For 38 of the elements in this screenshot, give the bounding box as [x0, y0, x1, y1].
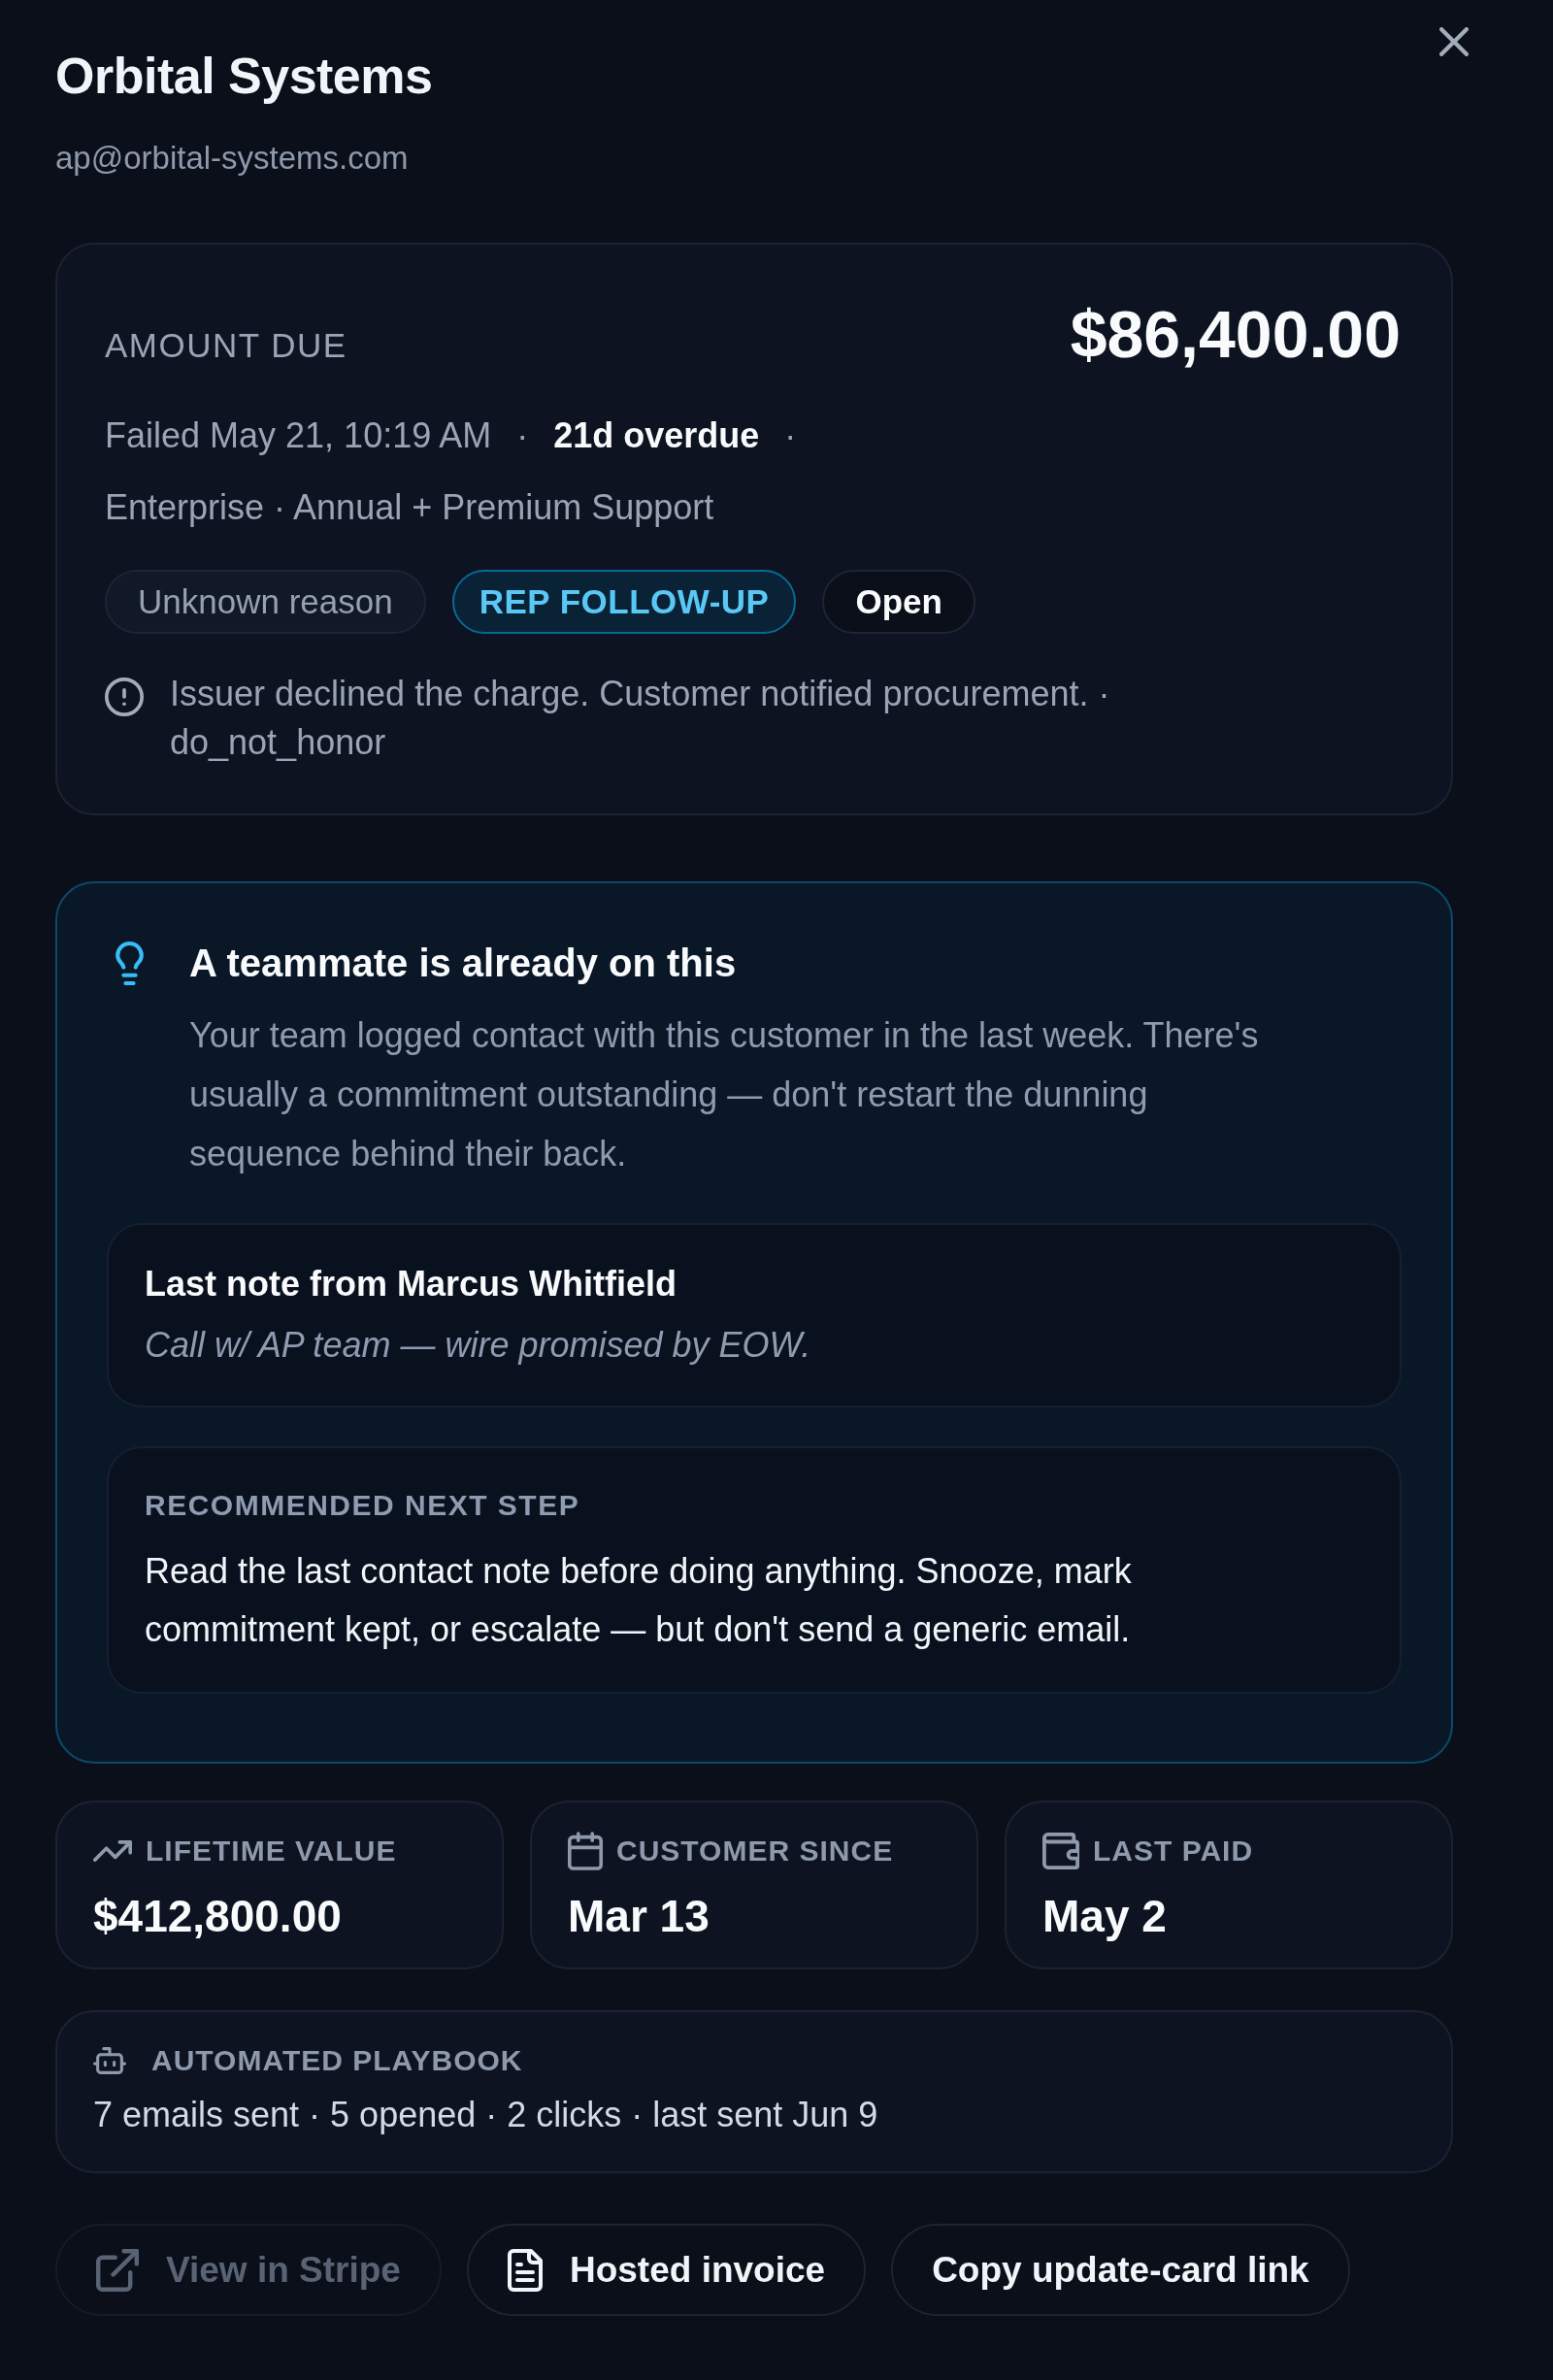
last-note-text: Call w/ AP team — wire promised by EOW.	[145, 1324, 812, 1367]
wallet-icon	[1042, 1833, 1079, 1869]
follow-up-badge: REP FOLLOW-UP	[451, 570, 797, 634]
stat-value: May 2	[1042, 1891, 1168, 1941]
last-note-heading: Last note from Marcus Whitfield	[145, 1263, 678, 1306]
robot-icon	[93, 2047, 126, 2074]
stat-label: LIFETIME VALUE	[146, 1834, 397, 1868]
stat-value: $412,800.00	[93, 1891, 343, 1941]
calendar-icon	[568, 1832, 603, 1870]
notice-title: A teammate is already on this	[189, 941, 738, 986]
separator-dot: ·	[516, 414, 529, 457]
decline-message: Issuer declined the charge. Customer notified procurement. · do_not_honor	[170, 673, 1111, 764]
stat-label: CUSTOMER SINCE	[616, 1834, 894, 1868]
failed-date-text: Failed May 21, 10:19 AM	[105, 414, 492, 457]
stat-value: Mar 13	[568, 1891, 710, 1941]
stat-label: LAST PAID	[1093, 1834, 1254, 1868]
document-icon	[507, 2248, 543, 2292]
email-address: ap@orbital-systems.com	[55, 139, 410, 178]
alert-circle-icon	[105, 678, 144, 716]
hosted-invoice-button[interactable]: Hosted invoice	[466, 2224, 867, 2316]
trend-up-icon	[93, 1840, 132, 1862]
lightbulb-icon	[114, 942, 146, 985]
status-badge: Open	[822, 570, 975, 634]
copy-link-button[interactable]: Copy update-card link	[891, 2224, 1350, 2316]
customer-name: Orbital Systems	[55, 47, 433, 106]
external-link-icon	[96, 2248, 139, 2292]
playbook-summary: 7 emails sent · 5 opened · 2 clicks · last sent Jun 9	[93, 2094, 879, 2136]
reason-badge: Unknown reason	[105, 570, 426, 634]
amount-due-label: AMOUNT DUE	[105, 325, 347, 366]
next-step-text: Read the last contact note before doing anything. Snooze, mark commitment kept, or escalate — but don't send a generic email.	[145, 1550, 1133, 1651]
plan-text: Enterprise · Annual + Premium Support	[105, 486, 715, 529]
close-icon[interactable]	[1439, 27, 1469, 56]
separator-dot: ·	[784, 414, 797, 457]
notice-body: Your team logged contact with this customer in the last week. There's usually a commitment outstanding — don't restart the dunning sequence behind their back.	[189, 1014, 1260, 1175]
amount-due-value: $86,400.00	[1070, 299, 1401, 369]
next-step-label: RECOMMENDED NEXT STEP	[145, 1488, 581, 1523]
overdue-text: 21d overdue	[553, 414, 760, 457]
playbook-label: AUTOMATED PLAYBOOK	[151, 2043, 523, 2078]
